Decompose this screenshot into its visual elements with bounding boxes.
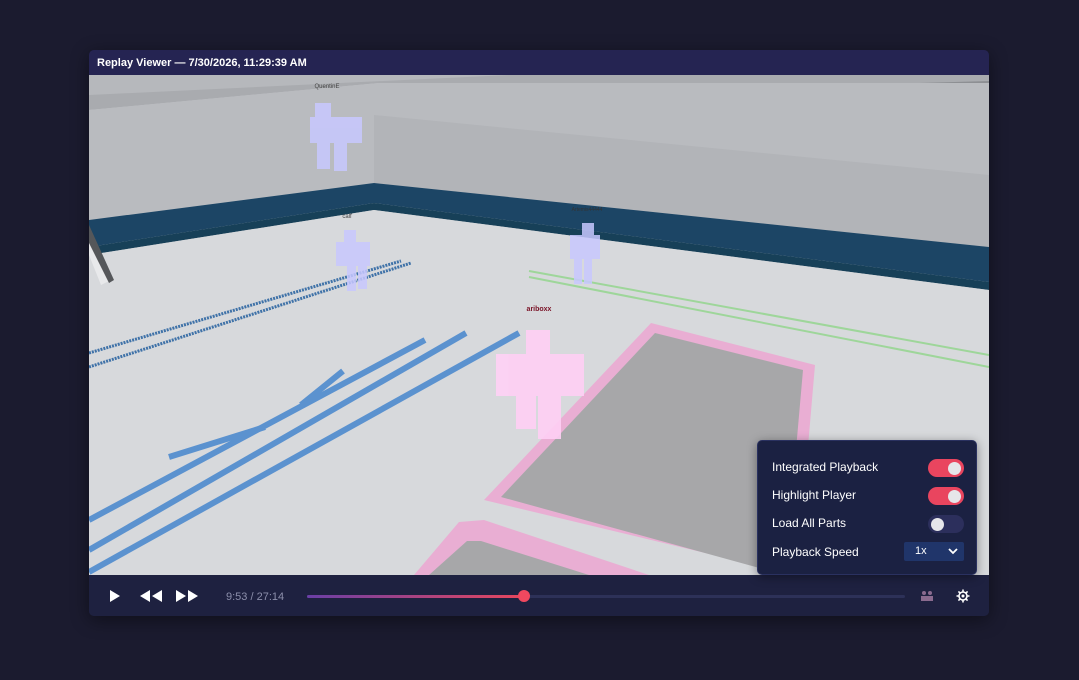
fast-forward-icon: [176, 589, 198, 602]
load-all-parts-row: Load All Parts: [772, 512, 964, 534]
player-nametag: QuentinE: [314, 84, 339, 90]
playback-speed-row: Playback Speed 1x: [772, 541, 964, 563]
rewind-icon: [140, 589, 162, 602]
time-display: 9:53 / 27:14: [226, 591, 285, 603]
playback-speed-select[interactable]: 1x: [904, 542, 964, 561]
toggle-knob: [931, 518, 944, 531]
toggle-knob: [948, 490, 961, 503]
player-nametag: ariboxx: [527, 306, 552, 313]
playback-speed-label: Playback Speed: [772, 545, 859, 559]
playback-controls: 9:53 / 27:14: [89, 575, 989, 616]
chevron-down-icon: [948, 548, 958, 555]
window-title: Replay Viewer — 7/30/2026, 11:29:39 AM: [89, 50, 989, 75]
player-nametag: Artemis44444: [572, 207, 603, 213]
integrated-playback-toggle[interactable]: [928, 459, 964, 477]
integrated-playback-label: Integrated Playback: [772, 460, 879, 474]
integrated-playback-row: Integrated Playback: [772, 456, 964, 478]
players-button[interactable]: [917, 575, 937, 616]
highlight-player-toggle[interactable]: [928, 487, 964, 505]
playback-speed-value: 1x: [915, 545, 927, 557]
highlight-player-row: Highlight Player: [772, 484, 964, 506]
load-all-parts-label: Load All Parts: [772, 516, 847, 530]
play-icon: [110, 589, 120, 602]
progress-track[interactable]: [307, 590, 905, 602]
play-button[interactable]: [105, 575, 125, 616]
progress-thumb[interactable]: [518, 590, 531, 602]
load-all-parts-toggle[interactable]: [928, 515, 964, 533]
progress-fill: [307, 595, 525, 598]
fast-forward-button[interactable]: [174, 575, 200, 616]
toggle-knob: [948, 462, 961, 475]
gear-icon: [956, 589, 970, 602]
settings-panel: Integrated Playback Highlight Player Loa…: [757, 440, 977, 575]
settings-button[interactable]: [953, 575, 973, 616]
rewind-button[interactable]: [138, 575, 164, 616]
highlight-player-label: Highlight Player: [772, 488, 857, 502]
players-icon: [921, 590, 933, 601]
player-nametag: calf: [342, 214, 352, 220]
